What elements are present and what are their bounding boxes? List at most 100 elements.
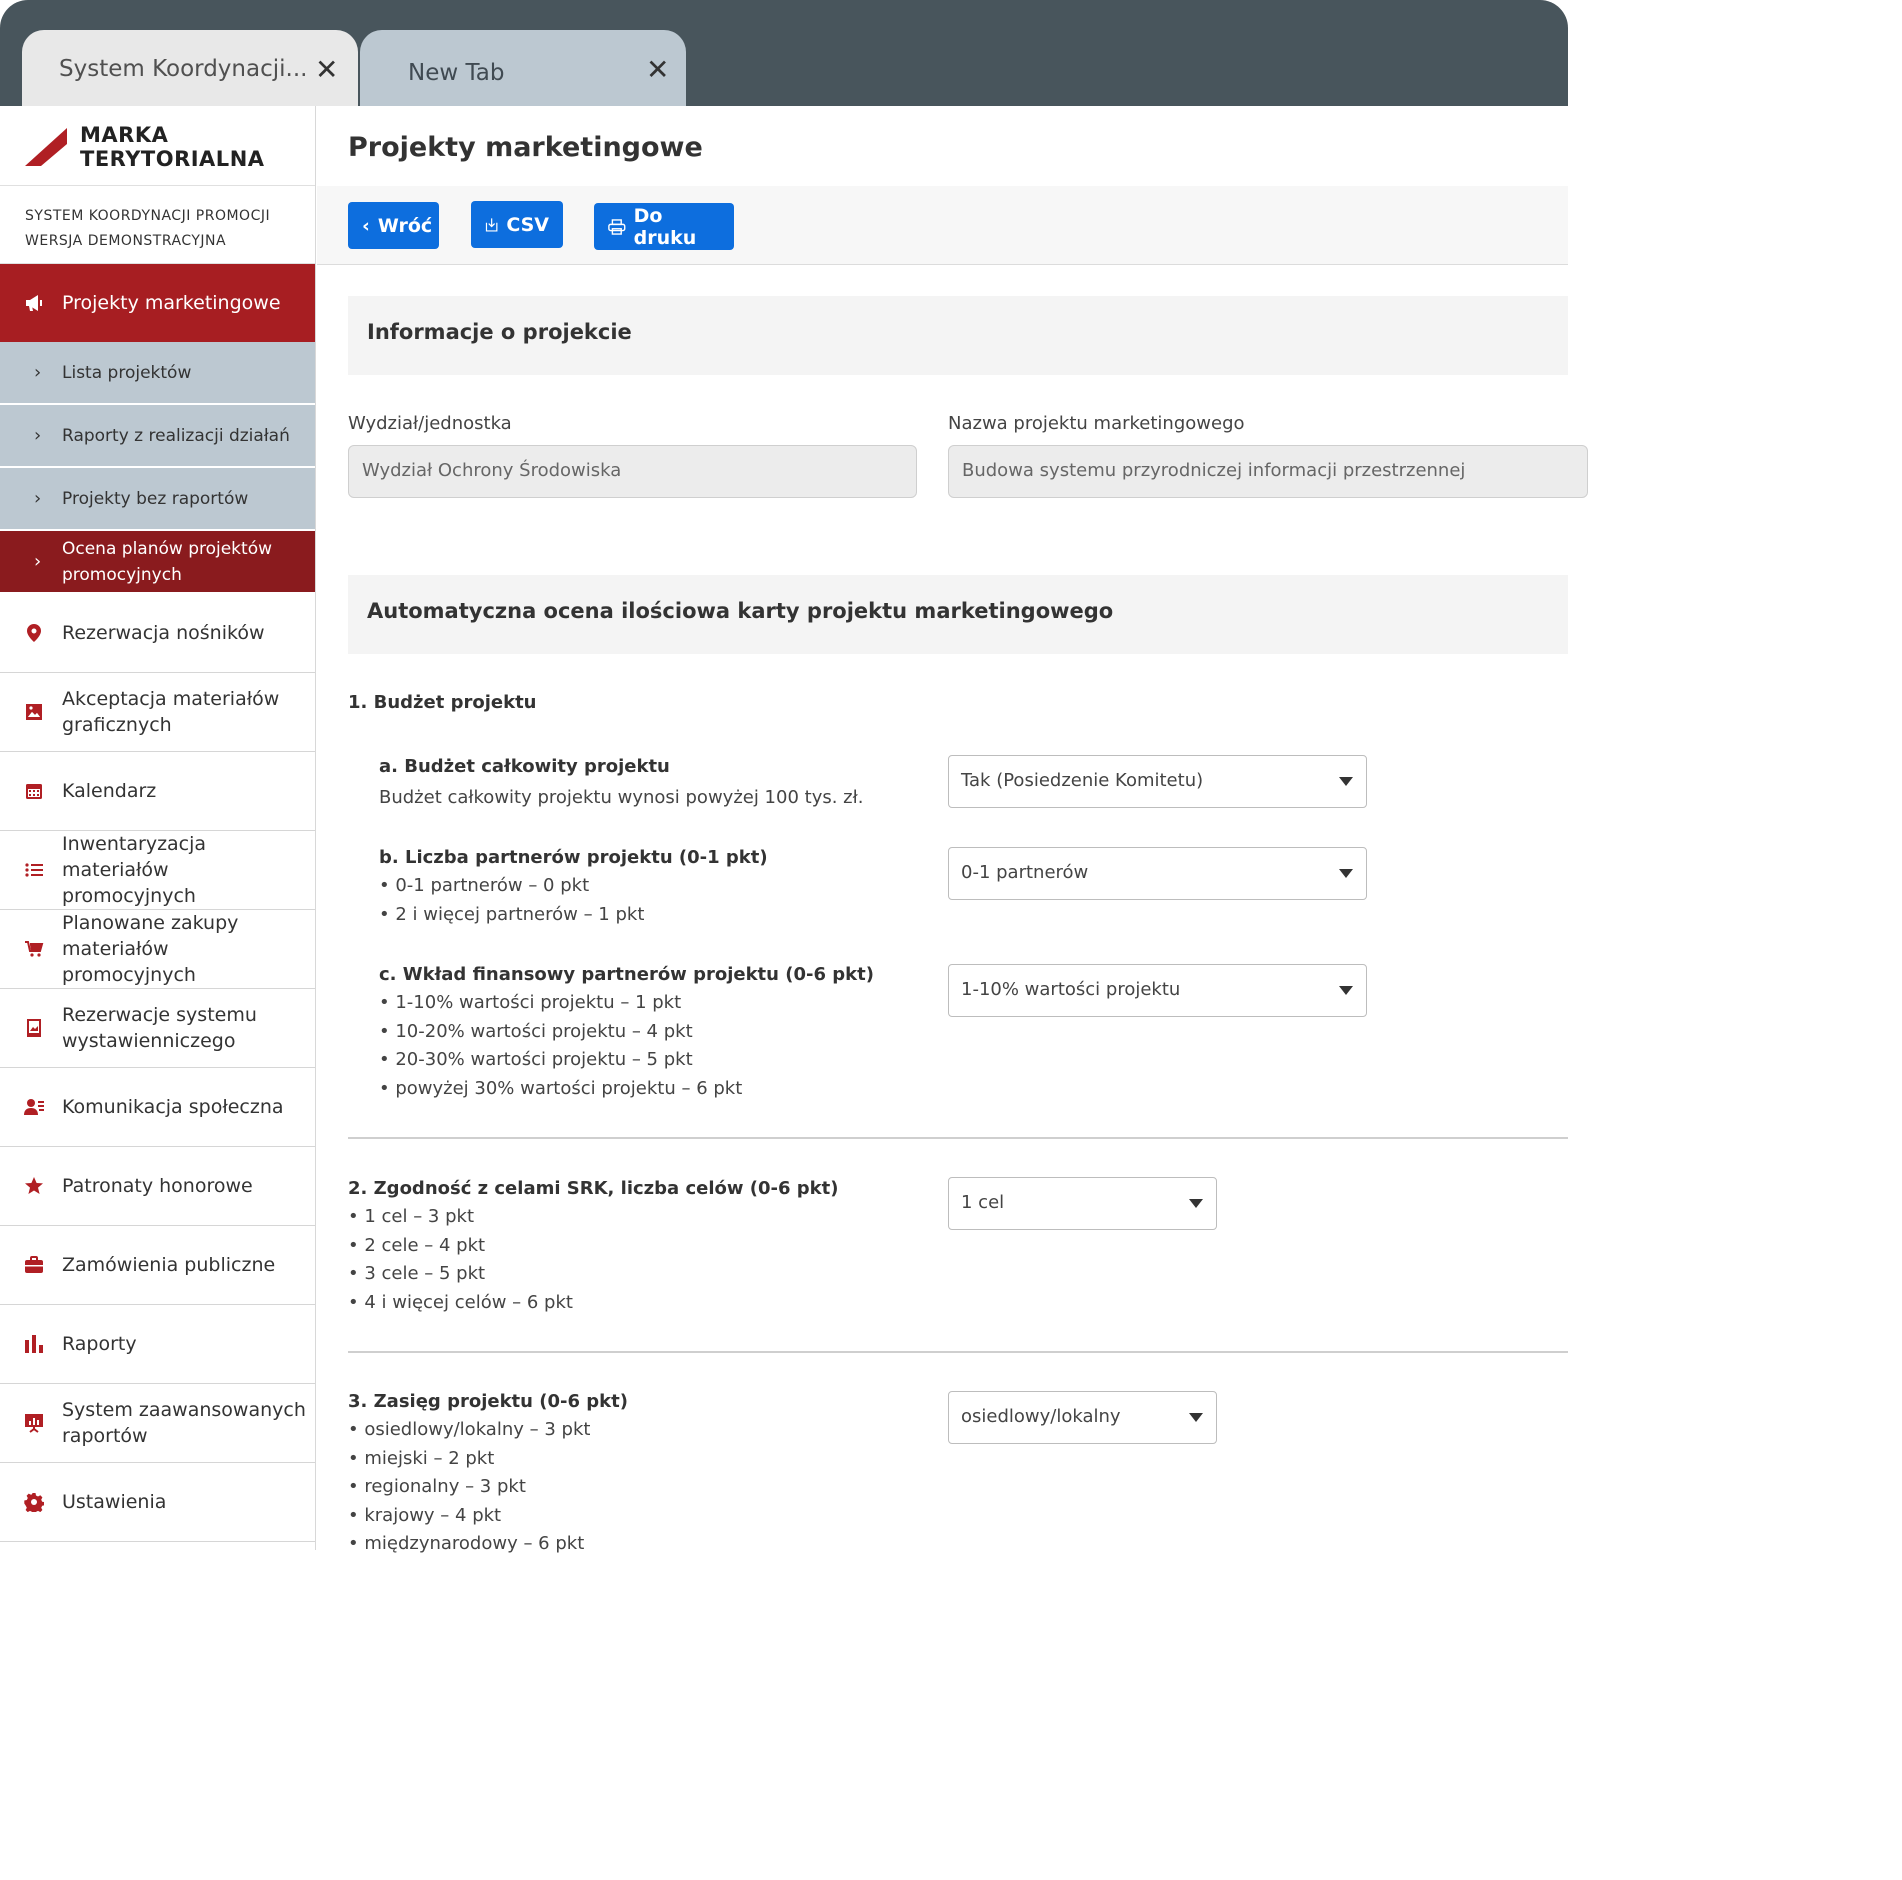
image-icon (26, 704, 42, 720)
question-3-options: • osiedlowy/lokalny – 3 pkt • miejski – … (348, 1416, 590, 1559)
option-line: • międzynarodowy – 6 pkt (348, 1533, 585, 1554)
print-button[interactable]: Do druku (594, 203, 734, 250)
question-3-title: 3. Zasięg projektu (0-6 pkt) (348, 1391, 628, 1412)
unit-label: Wydział/jednostka (348, 413, 512, 434)
option-line: • krajowy – 4 pkt (348, 1504, 502, 1526)
sidebar-item-planowane-zakupy[interactable]: Planowane zakupy materiałów promocyjnych (0, 910, 315, 989)
option-line: • 1-10% wartości projektu – 1 pkt (379, 992, 682, 1013)
sidebar-item-label: Akceptacja materiałów graficznych (62, 688, 280, 736)
logo[interactable]: MARKA TERYTORIALNA (0, 106, 315, 186)
tab-title: System Koordynacji... (59, 56, 308, 82)
csv-button[interactable]: CSV (471, 201, 563, 248)
cart-icon (25, 941, 44, 957)
question-2-options: • 1 cel – 3 pkt • 2 cele – 4 pkt • 3 cel… (348, 1203, 573, 1317)
question-1a-select[interactable]: Tak (Posiedzenie Komitetu) (948, 755, 1367, 808)
close-icon[interactable]: ✕ (646, 56, 669, 84)
option-line: • 1 cel – 3 pkt (348, 1206, 475, 1227)
select-value: osiedlowy/lokalny (961, 1406, 1121, 1427)
logo-mark-icon (25, 128, 67, 166)
section-eval-header: Automatyczna ocena ilościowa karty proje… (348, 575, 1568, 654)
chevron-right-icon: › (34, 487, 42, 509)
question-1b-select[interactable]: 0-1 partnerów (948, 847, 1367, 900)
caret-down-icon (1339, 869, 1353, 878)
csv-button-label: CSV (506, 213, 549, 236)
chevron-right-icon: › (34, 424, 42, 446)
sidebar-subitem-projekty-bez-raportow[interactable]: › Projekty bez raportów (0, 468, 315, 531)
caret-down-icon (1339, 777, 1353, 786)
sidebar-item-inwentaryzacja[interactable]: Inwentaryzacja materiałów promocyjnych (0, 831, 315, 910)
project-name-field[interactable]: Budowa systemu przyrodniczej informacji … (948, 445, 1588, 498)
select-value: 1 cel (961, 1192, 1005, 1213)
question-2-select[interactable]: 1 cel (948, 1177, 1217, 1230)
sidebar: MARKA TERYTORIALNA SYSTEM KOORDYNACJI PR… (0, 106, 316, 1550)
map-pin-icon (27, 624, 41, 642)
select-value: Tak (Posiedzenie Komitetu) (961, 770, 1204, 791)
sidebar-item-label: Kalendarz (62, 780, 157, 802)
printer-icon (608, 218, 626, 235)
option-line: • osiedlowy/lokalny – 3 pkt (348, 1419, 591, 1440)
question-1c-select[interactable]: 1-10% wartości projektu (948, 964, 1367, 1017)
list-icon (25, 863, 43, 877)
close-icon[interactable]: ✕ (315, 56, 338, 84)
option-line: • 10-20% wartości projektu – 4 pkt (379, 1020, 693, 1042)
megaphone-icon (26, 295, 42, 311)
sidebar-subitem-raporty-z-realizacji[interactable]: › Raporty z realizacji działań (0, 405, 315, 468)
option-line: • 0-1 partnerów – 0 pkt (379, 875, 590, 896)
chevron-right-icon: › (34, 550, 42, 572)
system-name: SYSTEM KOORDYNACJI PROMOCJI WERSJA DEMON… (0, 186, 315, 264)
chevron-left-icon: ‹ (362, 214, 370, 237)
download-icon (485, 217, 498, 232)
caret-down-icon (1189, 1413, 1203, 1422)
briefcase-icon (25, 1256, 43, 1273)
sidebar-item-patronaty-honorowe[interactable]: Patronaty honorowe (0, 1147, 315, 1226)
sidebar-item-komunikacja-spoleczna[interactable]: Komunikacja społeczna (0, 1068, 315, 1147)
sidebar-item-label: Planowane zakupy materiałów promocyjnych (62, 912, 239, 986)
sidebar-item-akceptacja-materialow[interactable]: Akceptacja materiałów graficznych (0, 673, 315, 752)
main-content: Projekty marketingowe ‹ Wróć CSV Do druk… (317, 106, 1588, 1554)
star-icon (25, 1177, 43, 1194)
system-name-line-1: SYSTEM KOORDYNACJI PROMOCJI (25, 208, 271, 224)
sidebar-item-label: Raporty (62, 1333, 137, 1355)
tab-new-tab[interactable]: New Tab ✕ (360, 30, 686, 106)
sidebar-item-rezerwacje-systemu[interactable]: Rezerwacje systemu wystawienniczego (0, 989, 315, 1068)
sidebar-subitem-lista-projektow[interactable]: › Lista projektów (0, 342, 315, 405)
section-info-header: Informacje o projekcie (348, 296, 1568, 375)
print-button-label: Do druku (633, 204, 697, 249)
sidebar-item-label: Patronaty honorowe (62, 1175, 253, 1197)
tab-title: New Tab (408, 60, 505, 86)
sidebar-item-label: Ustawienia (62, 1491, 167, 1513)
caret-down-icon (1339, 986, 1353, 995)
sidebar-item-raporty[interactable]: Raporty (0, 1305, 315, 1384)
sidebar-item-ustawienia[interactable]: Ustawienia (0, 1463, 315, 1542)
sidebar-item-system-zaawansowanych-raportow[interactable]: System zaawansowanych raportów (0, 1384, 315, 1463)
unit-field[interactable]: Wydział Ochrony Środowiska (348, 445, 917, 498)
project-name-label: Nazwa projektu marketingowego (948, 413, 1245, 434)
sidebar-subitem-ocena-planow[interactable]: › Ocena planów projektów promocyjnych (0, 531, 315, 594)
question-1-title: 1. Budżet projektu (348, 692, 537, 713)
sidebar-item-kalendarz[interactable]: Kalendarz (0, 752, 315, 831)
sidebar-item-projekty-marketingowe[interactable]: Projekty marketingowe (0, 264, 315, 342)
sidebar-item-rezerwacja-nosnikow[interactable]: Rezerwacja nośników (0, 594, 315, 673)
question-1c-options: • 1-10% wartości projektu – 1 pkt • 10-2… (379, 989, 742, 1103)
logo-text: MARKA TERYTORIALNA (80, 123, 265, 171)
select-value: 0-1 partnerów (961, 862, 1089, 883)
gear-icon (24, 1493, 44, 1512)
chevron-right-icon: › (34, 361, 42, 383)
browser-tab-bar: System Koordynacji... ✕ New Tab ✕ (0, 0, 1568, 106)
option-line: • 4 i więcej celów – 6 pkt (348, 1291, 573, 1313)
option-line: • regionalny – 3 pkt (348, 1476, 526, 1497)
option-line: • 2 cele – 4 pkt (348, 1234, 486, 1256)
presentation-icon (25, 1414, 43, 1433)
tab-system-koordynacji[interactable]: System Koordynacji... ✕ (22, 30, 358, 106)
question-1a-title: a. Budżet całkowity projektu (379, 756, 670, 777)
question-1b-options: • 0-1 partnerów – 0 pkt • 2 i więcej par… (379, 872, 644, 929)
option-line: • powyżej 30% wartości projektu – 6 pkt (379, 1077, 743, 1099)
sidebar-item-zamowienia-publiczne[interactable]: Zamówienia publiczne (0, 1226, 315, 1305)
back-button-label: Wróć (377, 214, 433, 237)
sidebar-item-label: Rezerwacja nośników (62, 622, 265, 644)
back-button[interactable]: ‹ Wróć (348, 202, 439, 249)
sidebar-subitem-label: Projekty bez raportów (62, 488, 249, 509)
bar-chart-icon (25, 1335, 43, 1353)
question-3-select[interactable]: osiedlowy/lokalny (948, 1391, 1217, 1444)
question-2-title: 2. Zgodność z celami SRK, liczba celów (… (348, 1178, 839, 1199)
